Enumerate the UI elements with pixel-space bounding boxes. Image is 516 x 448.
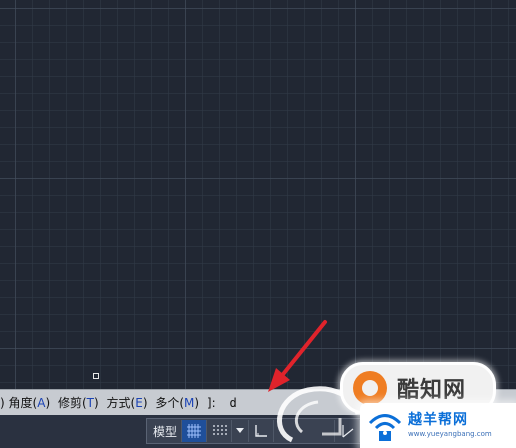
option-angle[interactable]: 角度(A) <box>9 390 51 416</box>
command-suffix: ]: <box>206 396 216 410</box>
option-method[interactable]: 方式(E) <box>107 390 148 416</box>
kuzhi-logo-icon <box>353 371 387 405</box>
grid-display-toggle[interactable] <box>182 420 208 442</box>
yueyang-watermark: 越羊帮网 www.yueyangbang.com <box>360 403 516 448</box>
kuzhi-watermark-text: 酷知网 <box>397 378 467 403</box>
command-prefix: ) <box>0 396 5 410</box>
snap-mode-toggle[interactable] <box>207 420 233 442</box>
option-trim[interactable]: 修剪(T) <box>58 390 99 416</box>
snap-dots-icon <box>213 425 228 435</box>
pickbox-cursor <box>93 373 99 379</box>
option-multiple[interactable]: 多个(M) <box>155 390 199 416</box>
model-space-button[interactable]: 模型 <box>149 420 183 442</box>
grid-icon <box>187 424 202 438</box>
chevron-down-icon <box>236 428 245 433</box>
snap-dropdown-button[interactable] <box>232 420 250 442</box>
yueyang-watermark-url: www.yueyangbang.com <box>408 430 492 438</box>
yueyang-watermark-title: 越羊帮网 <box>408 412 468 428</box>
wifi-house-icon <box>368 414 402 441</box>
